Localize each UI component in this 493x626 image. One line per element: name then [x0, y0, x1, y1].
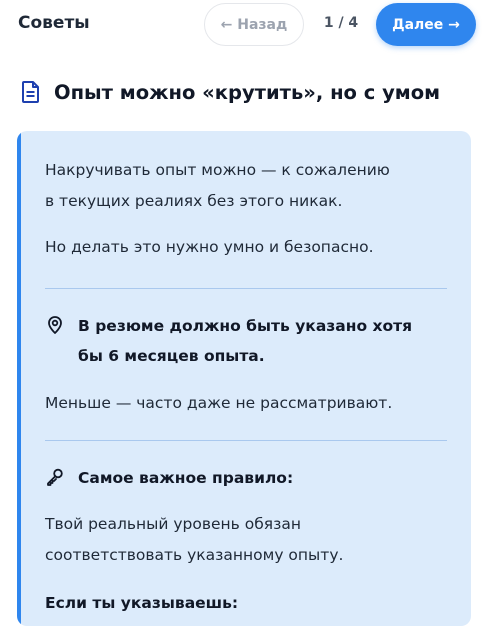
page-counter: 1 / 4	[323, 15, 359, 31]
tip-card: Накручивать опыт можно — к сожалению в т…	[17, 131, 471, 626]
back-button[interactable]: ← Назад	[204, 3, 304, 46]
rule-1-line-1: В резюме должно быть указано хотя	[78, 317, 413, 335]
section-heading: Опыт можно «крутить», но с умом	[20, 80, 440, 104]
app-title: Советы	[18, 13, 90, 33]
rule-2-followup: Если ты указываешь:	[45, 594, 239, 612]
rule-2-title: Самое важное правило:	[78, 469, 294, 487]
top-bar: Советы ← Назад 1 / 4 Далее →	[0, 0, 493, 50]
divider	[45, 440, 447, 441]
rule-2-line-2: соответствовать указанному опыту.	[45, 546, 344, 564]
location-pin-icon	[48, 316, 62, 334]
section-title: Опыт можно «крутить», но с умом	[54, 80, 441, 104]
intro-line-1: Накручивать опыт можно — к сожалению	[45, 161, 390, 179]
next-button[interactable]: Далее →	[376, 3, 476, 46]
intro-paragraph-2: Но делать это нужно умно и безопасно.	[45, 238, 374, 256]
intro-line-2: в текущих реалиях без этого никак.	[45, 192, 343, 210]
divider	[45, 288, 447, 289]
document-icon	[22, 81, 39, 103]
rule-2-line-1: Твой реальный уровень обязан	[45, 515, 301, 533]
key-icon	[47, 468, 63, 486]
rule-1-note: Меньше — часто даже не рассматривают.	[45, 394, 393, 412]
rule-1-line-2: бы 6 месяцев опыта.	[78, 347, 265, 365]
